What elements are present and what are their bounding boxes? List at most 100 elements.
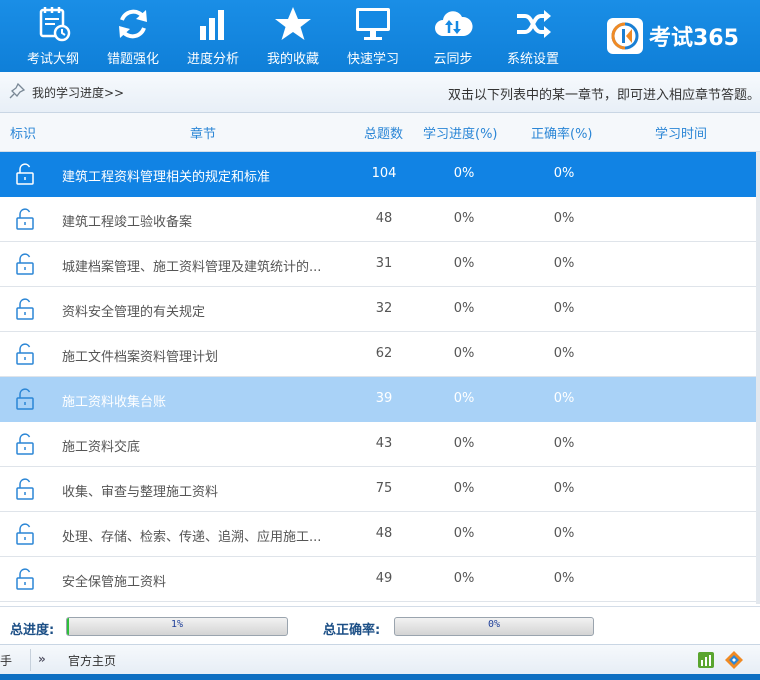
progress-analysis-button[interactable]: 进度分析 [173,0,253,72]
chapter-accuracy: 0% [553,256,575,271]
chapter-title: 建筑工程资料管理相关的规定和标准 [62,170,271,185]
unlock-icon [16,298,34,320]
instruction-hint: 双击以下列表中的某一章节，即可进入相应章节答题。 [447,88,760,103]
table-row[interactable]: 城建档案管理、施工资料管理及建筑统计的... 31 0% 0% [0,242,756,287]
chapter-progress: 0% [453,436,475,451]
shuffle-icon [517,10,551,38]
column-total[interactable]: 总题数 [364,123,403,142]
chapter-title: 建筑工程竣工验收备案 [62,215,193,230]
unlock-icon [16,433,34,455]
cloud-sync-icon [435,11,473,36]
chapter-accuracy: 0% [553,481,575,496]
unlock-icon [16,568,34,590]
table-row[interactable]: 施工资料收集台账 39 0% 0% [0,377,756,422]
wrong-questions-label: 错题强化 [106,52,159,67]
vertical-scrollbar[interactable] [756,152,760,604]
brand-logo: 考试365 [607,16,753,56]
chapter-title: 资料安全管理的有关规定 [62,305,206,320]
exam-outline-button[interactable]: 考试大纲 [13,0,93,72]
chapter-total: 49 [375,571,393,586]
chapter-total: 48 [375,211,393,226]
cloud-sync-button[interactable]: 云同步 [413,0,493,72]
chapter-progress: 0% [453,526,475,541]
favorites-label: 我的收藏 [266,52,319,67]
monitor-icon [356,8,390,40]
column-chapter[interactable]: 章节 [190,123,216,142]
cloud-sync-label: 云同步 [433,52,473,67]
table-row[interactable]: 施工文件档案资料管理计划 62 0% 0% [0,332,756,377]
column-progress[interactable]: 学习进度(%) [423,123,498,142]
chapter-title: 施工资料收集台账 [62,395,167,410]
table-row[interactable]: 建筑工程竣工验收备案 48 0% 0% [0,197,756,242]
calendar-icon [39,7,71,42]
chapter-title: 收集、审查与整理施工资料 [62,485,219,500]
brand-badge-icon [607,18,643,54]
chapter-progress: 0% [453,166,475,181]
total-accuracy-bar: 0% [394,617,594,636]
unlock-icon [16,478,34,500]
chapter-progress: 0% [453,346,475,361]
table-row[interactable]: 建筑工程资料管理相关的规定和标准 104 0% 0% [0,152,756,197]
chapter-accuracy: 0% [553,346,575,361]
unlock-icon [16,253,34,275]
chapter-list: 建筑工程资料管理相关的规定和标准 104 0% 0% 建筑工程竣工验收备案 48… [0,152,756,602]
chapter-progress: 0% [453,391,475,406]
bar-chart-icon [200,10,224,40]
wrong-questions-button[interactable]: 错题强化 [93,0,173,72]
chapter-accuracy: 0% [553,301,575,316]
official-home-link[interactable]: 官方主页 [68,652,116,669]
chapter-progress: 0% [453,301,475,316]
chapter-progress: 0% [453,211,475,226]
unlock-icon [16,163,34,185]
chapter-title: 安全保管施工资料 [62,575,167,590]
total-accuracy-value: 0% [487,619,501,630]
chapter-accuracy: 0% [553,166,575,181]
info-bar: 我的学习进度>> 双击以下列表中的某一章节，即可进入相应章节答题。 [0,72,760,113]
quick-study-button[interactable]: 快速学习 [333,0,413,72]
table-row[interactable]: 资料安全管理的有关规定 32 0% 0% [0,287,756,332]
status-bar: 手 » 官方主页 [0,644,760,675]
column-marker[interactable]: 标识 [10,123,36,142]
unlock-icon [16,523,34,545]
total-progress-bar: 1% [66,617,288,636]
table-row[interactable]: 处理、存储、检索、传递、追溯、应用施工... 48 0% 0% [0,512,756,557]
star-icon [275,7,311,40]
table-row[interactable]: 施工资料交底 43 0% 0% [0,422,756,467]
favorites-button[interactable]: 我的收藏 [253,0,333,72]
chapter-title: 施工资料交底 [62,440,141,455]
app-logo-icon[interactable] [724,650,744,670]
unlock-icon [16,388,34,410]
chapter-total: 39 [375,391,393,406]
quick-study-label: 快速学习 [346,52,399,67]
chapter-total: 62 [375,346,393,361]
table-row[interactable]: 安全保管施工资料 49 0% 0% [0,557,756,602]
taskbar-edge [0,674,760,680]
unlock-icon [16,208,34,230]
chapter-accuracy: 0% [553,391,575,406]
chapter-total: 43 [375,436,393,451]
status-divider [30,649,31,671]
chapter-total: 31 [375,256,393,271]
unlock-icon [16,343,34,365]
chapter-title: 处理、存储、检索、传递、追溯、应用施工... [62,530,322,545]
double-chevron-icon[interactable]: » [38,652,46,666]
my-progress-link[interactable]: 我的学习进度>> [32,84,124,101]
stats-icon[interactable] [697,651,715,669]
table-row[interactable]: 收集、审查与整理施工资料 75 0% 0% [0,467,756,512]
chapter-total: 32 [375,301,393,316]
status-left-text: 手 [0,654,13,668]
totals-bar: 总进度: 1% 总正确率: 0% [0,606,760,645]
chapter-accuracy: 0% [553,211,575,226]
column-accuracy[interactable]: 正确率(%) [531,123,593,142]
brand-name: 考试365 [649,26,739,51]
chapter-title: 城建档案管理、施工资料管理及建筑统计的... [62,260,322,275]
main-toolbar: 考试大纲 错题强化 进度分析 我的收藏 快速学习 云同步 系统设置 考试365 [0,0,760,72]
table-header: 标识 章节 总题数 学习进度(%) 正确率(%) 学习时间 [0,113,760,152]
column-study-time[interactable]: 学习时间 [655,123,707,142]
refresh-icon [119,9,147,39]
chapter-progress: 0% [453,571,475,586]
chapter-progress: 0% [453,256,475,271]
chapter-accuracy: 0% [553,526,575,541]
chapter-title: 施工文件档案资料管理计划 [62,350,219,365]
settings-button[interactable]: 系统设置 [493,0,573,72]
